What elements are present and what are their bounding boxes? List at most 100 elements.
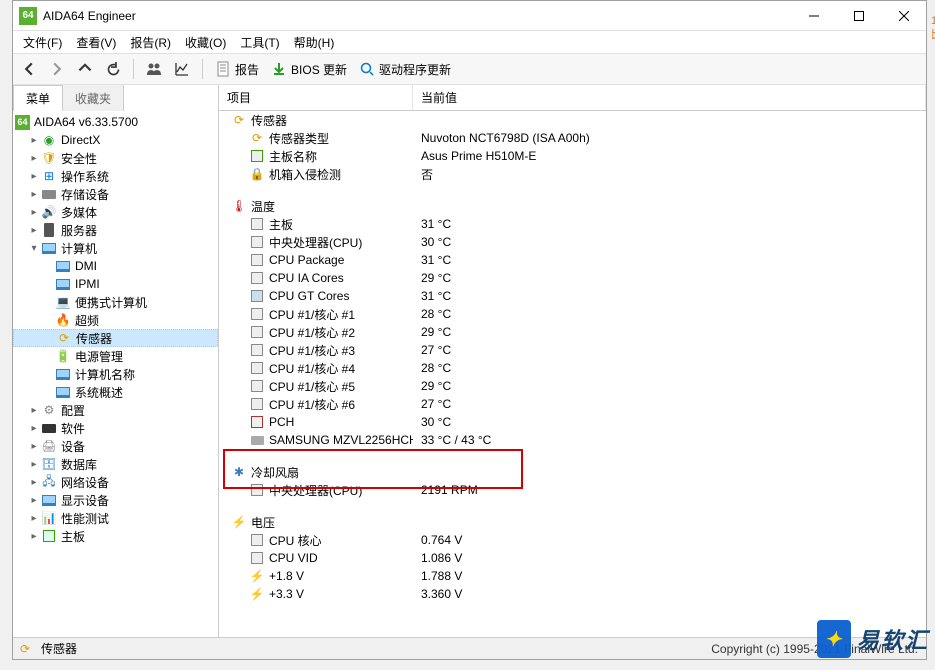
- tree-label: 便携式计算机: [75, 294, 147, 311]
- tree-label: 存储设备: [61, 186, 109, 203]
- expand-icon[interactable]: ▸: [27, 459, 41, 470]
- tree-compname[interactable]: 计算机名称: [13, 365, 218, 383]
- menu-tools[interactable]: 工具(T): [234, 32, 285, 53]
- nav-tree[interactable]: 64AIDA64 v6.33.5700 ▸◉DirectX ▸🛡安全性 ▸⊞操作…: [13, 111, 218, 637]
- row-sensor-type[interactable]: ⟳传感器类型Nuvoton NCT6798D (ISA A00h): [219, 129, 926, 147]
- bios-update-button[interactable]: BIOS 更新: [267, 61, 351, 78]
- row-temp-ssd[interactable]: SAMSUNG MZVL2256HCHQ...33 °C / 43 °C: [219, 431, 926, 449]
- row-temp[interactable]: CPU #1/核心 #327 °C: [219, 341, 926, 359]
- users-button[interactable]: [142, 57, 166, 81]
- tree-display[interactable]: ▸显示设备: [13, 491, 218, 509]
- row-temp[interactable]: CPU #1/核心 #128 °C: [219, 305, 926, 323]
- refresh-button[interactable]: [101, 57, 125, 81]
- row-temp[interactable]: 中央处理器(CPU)30 °C: [219, 233, 926, 251]
- tree-ipmi[interactable]: IPMI: [13, 275, 218, 293]
- field-value: 29 °C: [413, 379, 926, 393]
- tree-power[interactable]: 🔋电源管理: [13, 347, 218, 365]
- tab-favorites[interactable]: 收藏夹: [63, 85, 124, 111]
- row-mb-name[interactable]: 主板名称Asus Prime H510M-E: [219, 147, 926, 165]
- tree-directx[interactable]: ▸◉DirectX: [13, 131, 218, 149]
- expand-icon[interactable]: ▸: [27, 405, 41, 416]
- row-temp[interactable]: CPU IA Cores29 °C: [219, 269, 926, 287]
- tree-storage[interactable]: ▸ 存储设备: [13, 185, 218, 203]
- expand-icon[interactable]: ▸: [27, 171, 41, 182]
- minimize-button[interactable]: [791, 1, 836, 31]
- expand-icon[interactable]: ▸: [27, 225, 41, 236]
- section-volt: ⚡电压: [219, 513, 926, 531]
- expand-icon[interactable]: ▸: [27, 189, 41, 200]
- row-temp-pch[interactable]: PCH30 °C: [219, 413, 926, 431]
- row-temp[interactable]: CPU #1/核心 #627 °C: [219, 395, 926, 413]
- tree-software[interactable]: ▸软件: [13, 419, 218, 437]
- tree-sysoverview[interactable]: 系统概述: [13, 383, 218, 401]
- expand-icon[interactable]: ▸: [27, 153, 41, 164]
- expand-icon[interactable]: ▸: [27, 531, 41, 542]
- report-button[interactable]: 报告: [211, 61, 263, 78]
- menu-file[interactable]: 文件(F): [17, 32, 68, 53]
- tree-mainboard[interactable]: ▸主板: [13, 527, 218, 545]
- collapse-icon[interactable]: ▾: [27, 243, 41, 254]
- tab-menu[interactable]: 菜单: [13, 85, 63, 111]
- grid-body[interactable]: ⟳传感器 ⟳传感器类型Nuvoton NCT6798D (ISA A00h) 主…: [219, 111, 926, 637]
- expand-icon[interactable]: ▸: [27, 495, 41, 506]
- field-label: CPU #1/核心 #6: [269, 396, 355, 413]
- back-button[interactable]: [17, 57, 41, 81]
- expand-icon[interactable]: ▸: [27, 135, 41, 146]
- tree-perf[interactable]: ▸📊性能测试: [13, 509, 218, 527]
- tree-server[interactable]: ▸服务器: [13, 221, 218, 239]
- field-label: +3.3 V: [269, 587, 304, 601]
- up-button[interactable]: [73, 57, 97, 81]
- row-temp[interactable]: CPU #1/核心 #428 °C: [219, 359, 926, 377]
- tree-sensor[interactable]: ⟳传感器: [13, 329, 218, 347]
- tree-devices[interactable]: ▸🖨设备: [13, 437, 218, 455]
- expand-icon[interactable]: ▸: [27, 423, 41, 434]
- row-temp[interactable]: 主板31 °C: [219, 215, 926, 233]
- chart-button[interactable]: [170, 57, 194, 81]
- row-volt[interactable]: CPU VID1.086 V: [219, 549, 926, 567]
- tree-database[interactable]: ▸🗄数据库: [13, 455, 218, 473]
- tree-root[interactable]: 64AIDA64 v6.33.5700: [13, 113, 218, 131]
- row-temp[interactable]: CPU GT Cores31 °C: [219, 287, 926, 305]
- disk-icon: [41, 420, 57, 436]
- col-value[interactable]: 当前值: [413, 85, 926, 110]
- field-value: 2191 RPM: [413, 483, 926, 497]
- window-title: AIDA64 Engineer: [43, 9, 791, 23]
- col-field[interactable]: 项目: [219, 85, 413, 110]
- spacer: [219, 449, 926, 463]
- tree-computer[interactable]: ▾计算机: [13, 239, 218, 257]
- row-temp[interactable]: CPU Package31 °C: [219, 251, 926, 269]
- tree-portable[interactable]: 💻便携式计算机: [13, 293, 218, 311]
- row-fan[interactable]: 中央处理器(CPU)2191 RPM: [219, 481, 926, 499]
- field-label: CPU #1/核心 #3: [269, 342, 355, 359]
- section-label: 传感器: [251, 112, 287, 129]
- forward-button[interactable]: [45, 57, 69, 81]
- expand-icon[interactable]: ▸: [27, 207, 41, 218]
- bolt-icon: ⚡: [231, 514, 247, 530]
- close-button[interactable]: [881, 1, 926, 31]
- menu-report[interactable]: 报告(R): [124, 32, 177, 53]
- menu-view[interactable]: 查看(V): [70, 32, 122, 53]
- tree-os[interactable]: ▸⊞操作系统: [13, 167, 218, 185]
- tree-security[interactable]: ▸🛡安全性: [13, 149, 218, 167]
- tree-dmi[interactable]: DMI: [13, 257, 218, 275]
- expand-icon[interactable]: ▸: [27, 441, 41, 452]
- menu-help[interactable]: 帮助(H): [288, 32, 341, 53]
- field-label: CPU #1/核心 #2: [269, 324, 355, 341]
- field-value: 31 °C: [413, 253, 926, 267]
- row-temp[interactable]: CPU #1/核心 #229 °C: [219, 323, 926, 341]
- expand-icon[interactable]: ▸: [27, 513, 41, 524]
- sensor-icon: ⟳: [17, 641, 33, 657]
- tree-overclock[interactable]: 🔥超频: [13, 311, 218, 329]
- row-volt[interactable]: ⚡+3.3 V3.360 V: [219, 585, 926, 603]
- row-temp[interactable]: CPU #1/核心 #529 °C: [219, 377, 926, 395]
- row-volt[interactable]: ⚡+1.8 V1.788 V: [219, 567, 926, 585]
- menu-favorites[interactable]: 收藏(O): [179, 32, 232, 53]
- tree-media[interactable]: ▸🔊多媒体: [13, 203, 218, 221]
- tree-config[interactable]: ▸⚙配置: [13, 401, 218, 419]
- tree-network[interactable]: ▸🖧网络设备: [13, 473, 218, 491]
- row-volt[interactable]: CPU 核心0.764 V: [219, 531, 926, 549]
- expand-icon[interactable]: ▸: [27, 477, 41, 488]
- maximize-button[interactable]: [836, 1, 881, 31]
- row-intrusion[interactable]: 🔒机箱入侵检测否: [219, 165, 926, 183]
- driver-update-button[interactable]: 驱动程序更新: [355, 61, 455, 78]
